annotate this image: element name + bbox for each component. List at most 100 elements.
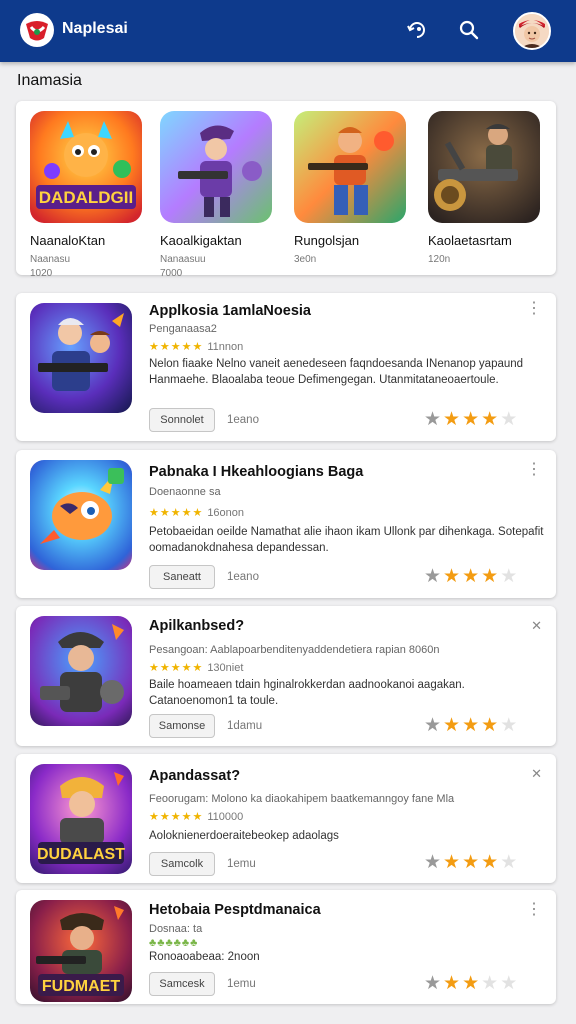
featured-name: Kaolaetasrtam xyxy=(428,233,512,248)
install-button[interactable]: Samcolk xyxy=(149,852,215,876)
app-icon[interactable] xyxy=(30,460,132,570)
app-icon[interactable]: FUDMAET xyxy=(30,900,132,1002)
app-description: Baile hoameaen tdain hginalrokkerdan aad… xyxy=(149,679,465,707)
svg-text:DADALDGII: DADALDGII xyxy=(39,188,133,207)
star-icon: ★ xyxy=(481,852,501,873)
app-title[interactable]: Apilkanbsed? xyxy=(149,618,244,634)
star-icon: ★ xyxy=(443,715,463,736)
star-icon: ★ xyxy=(481,409,501,430)
app-title: Naplesai xyxy=(62,20,128,37)
star-icon: ★ xyxy=(462,715,482,736)
featured-name: NaanaloKtan xyxy=(30,233,106,248)
star-icon: ★ xyxy=(481,715,501,736)
star-icon: ★ xyxy=(500,852,520,873)
featured-sub: 120n xyxy=(428,254,451,265)
install-button[interactable]: Samonse xyxy=(149,714,215,738)
button-note: 1damu xyxy=(227,720,263,732)
game-thumbnail[interactable] xyxy=(160,111,272,223)
app-description: Aoloknienerdoeraitebeokep adaolags xyxy=(149,830,339,842)
star-icon: ★ xyxy=(424,715,444,736)
app-card[interactable]: Applkosia 1amlaNoesia Penganaasa2 ★★★★★ 1… xyxy=(16,293,556,441)
avatar[interactable] xyxy=(513,12,551,50)
star-icon: ★ xyxy=(500,409,520,430)
star-icon: ★ xyxy=(424,852,444,873)
install-button[interactable]: Sonnolet xyxy=(149,408,215,432)
star-icon: ★ xyxy=(443,409,463,430)
star-icon: ★ xyxy=(424,973,444,994)
section-title: Inamasia xyxy=(17,72,82,89)
app-card[interactable]: Apilkanbsed? Pesangoan: Aablapoarbendite… xyxy=(16,606,556,746)
app-title[interactable]: Hetobaia Pesptdmanaica xyxy=(149,902,321,918)
brand-logo[interactable] xyxy=(20,13,54,47)
app-card[interactable]: Pabnaka I Hkeahloogians Baga Doenaonne s… xyxy=(16,450,556,598)
star-icon: ★ xyxy=(443,852,463,873)
game-thumbnail[interactable] xyxy=(294,111,406,223)
star-rating: ★★★★★ xyxy=(424,408,519,431)
app-category: Feoorugam: Molono ka diaokahipem baatkem… xyxy=(149,793,455,805)
featured-name: Rungolsjan xyxy=(294,233,360,248)
featured-count: 1020 xyxy=(30,268,53,279)
button-note: 1emu xyxy=(227,978,256,990)
game-thumbnail[interactable]: DADALDGII xyxy=(30,111,142,223)
game-thumbnail[interactable] xyxy=(428,111,540,223)
app-description: Ronoaoabeaa: 2noon xyxy=(149,951,260,963)
install-button[interactable]: Saneatt xyxy=(149,565,215,589)
featured-name: Kaoalkigaktan xyxy=(160,233,242,248)
featured-card: DADALDGII NaanaloKtan Naanasu 1020 Kaoal… xyxy=(16,101,556,279)
install-button[interactable]: Samcesk xyxy=(149,972,215,996)
more-options-icon[interactable]: ⋮ xyxy=(526,902,542,918)
app-category: Doenaonne sa xyxy=(149,486,221,498)
featured-sub: 3e0n xyxy=(294,254,317,265)
mini-rating: ★★★★★ 130niet xyxy=(149,662,244,674)
svg-text:DUDALAST: DUDALAST xyxy=(37,846,125,863)
app-description: Petobaeidan oeilde Namathat alie ihaon i… xyxy=(149,526,544,554)
app-card[interactable]: FUDMAET Hetobaia Pesptdmanaica Dosnaa: t… xyxy=(16,890,556,1004)
star-rating: ★★★★★ xyxy=(424,565,519,588)
star-icon: ★ xyxy=(462,566,482,587)
star-icon: ★ xyxy=(462,409,482,430)
mini-rating: ★★★★★ 110000 xyxy=(149,811,244,823)
featured-item[interactable]: DADALDGII NaanaloKtan Naanasu 1020 xyxy=(30,111,146,279)
app-icon[interactable] xyxy=(30,303,132,413)
star-icon: ★ xyxy=(500,566,520,587)
button-note: 1eano xyxy=(227,571,259,583)
star-rating: ★★★★★ xyxy=(424,851,519,874)
app-description: Nelon fiaake Nelno vaneit aenedeseen faq… xyxy=(149,358,524,386)
star-icon: ★ xyxy=(500,973,520,994)
search-icon[interactable] xyxy=(456,17,482,43)
app-category: Penganaasa2 xyxy=(149,323,217,335)
star-icon: ★ xyxy=(443,566,463,587)
star-icon: ★ xyxy=(424,409,444,430)
star-icon: ★ xyxy=(443,973,463,994)
refresh-icon[interactable] xyxy=(404,17,430,43)
featured-sub: Nanaasuu xyxy=(160,254,206,265)
button-note: 1eano xyxy=(227,414,259,426)
more-options-icon[interactable]: ⋮ xyxy=(526,301,542,317)
app-bar: Naplesai xyxy=(0,0,576,62)
star-icon: ★ xyxy=(481,566,501,587)
featured-item[interactable]: Rungolsjan 3e0n xyxy=(294,111,410,268)
app-category: Pesangoan: Aablapoarbenditenyaddendetier… xyxy=(149,644,440,656)
mini-rating: ★★★★★ 16onon xyxy=(149,507,245,519)
featured-item[interactable]: Kaoalkigaktan Nanaasuu 7000 xyxy=(160,111,276,279)
app-title[interactable]: Apandassat? xyxy=(149,768,240,784)
star-icon: ★ xyxy=(500,715,520,736)
star-icon: ★ xyxy=(481,973,501,994)
featured-item[interactable]: Kaolaetasrtam 120n xyxy=(428,111,544,268)
more-options-icon[interactable]: ⋮ xyxy=(526,462,542,478)
app-icon[interactable]: DUDALAST xyxy=(30,764,132,874)
featured-count: 7000 xyxy=(160,268,183,279)
app-icon[interactable] xyxy=(30,616,132,726)
star-rating: ★★★★★ xyxy=(424,714,519,737)
app-title[interactable]: Pabnaka I Hkeahloogians Baga xyxy=(149,464,363,480)
mini-rating: ♣♣♣♣♣♣ xyxy=(149,937,199,949)
mini-rating: ★★★★★ 11nnon xyxy=(149,341,244,353)
star-rating: ★★★★★ xyxy=(424,972,519,995)
svg-text:FUDMAET: FUDMAET xyxy=(42,978,120,995)
app-title[interactable]: Applkosia 1amlaNoesia xyxy=(149,303,311,319)
star-icon: ★ xyxy=(462,973,482,994)
star-icon: ★ xyxy=(462,852,482,873)
app-card[interactable]: DUDALAST Apandassat? Feoorugam: Molono k… xyxy=(16,754,556,883)
close-icon[interactable]: ✕ xyxy=(531,618,542,634)
close-icon[interactable]: ✕ xyxy=(531,766,542,782)
